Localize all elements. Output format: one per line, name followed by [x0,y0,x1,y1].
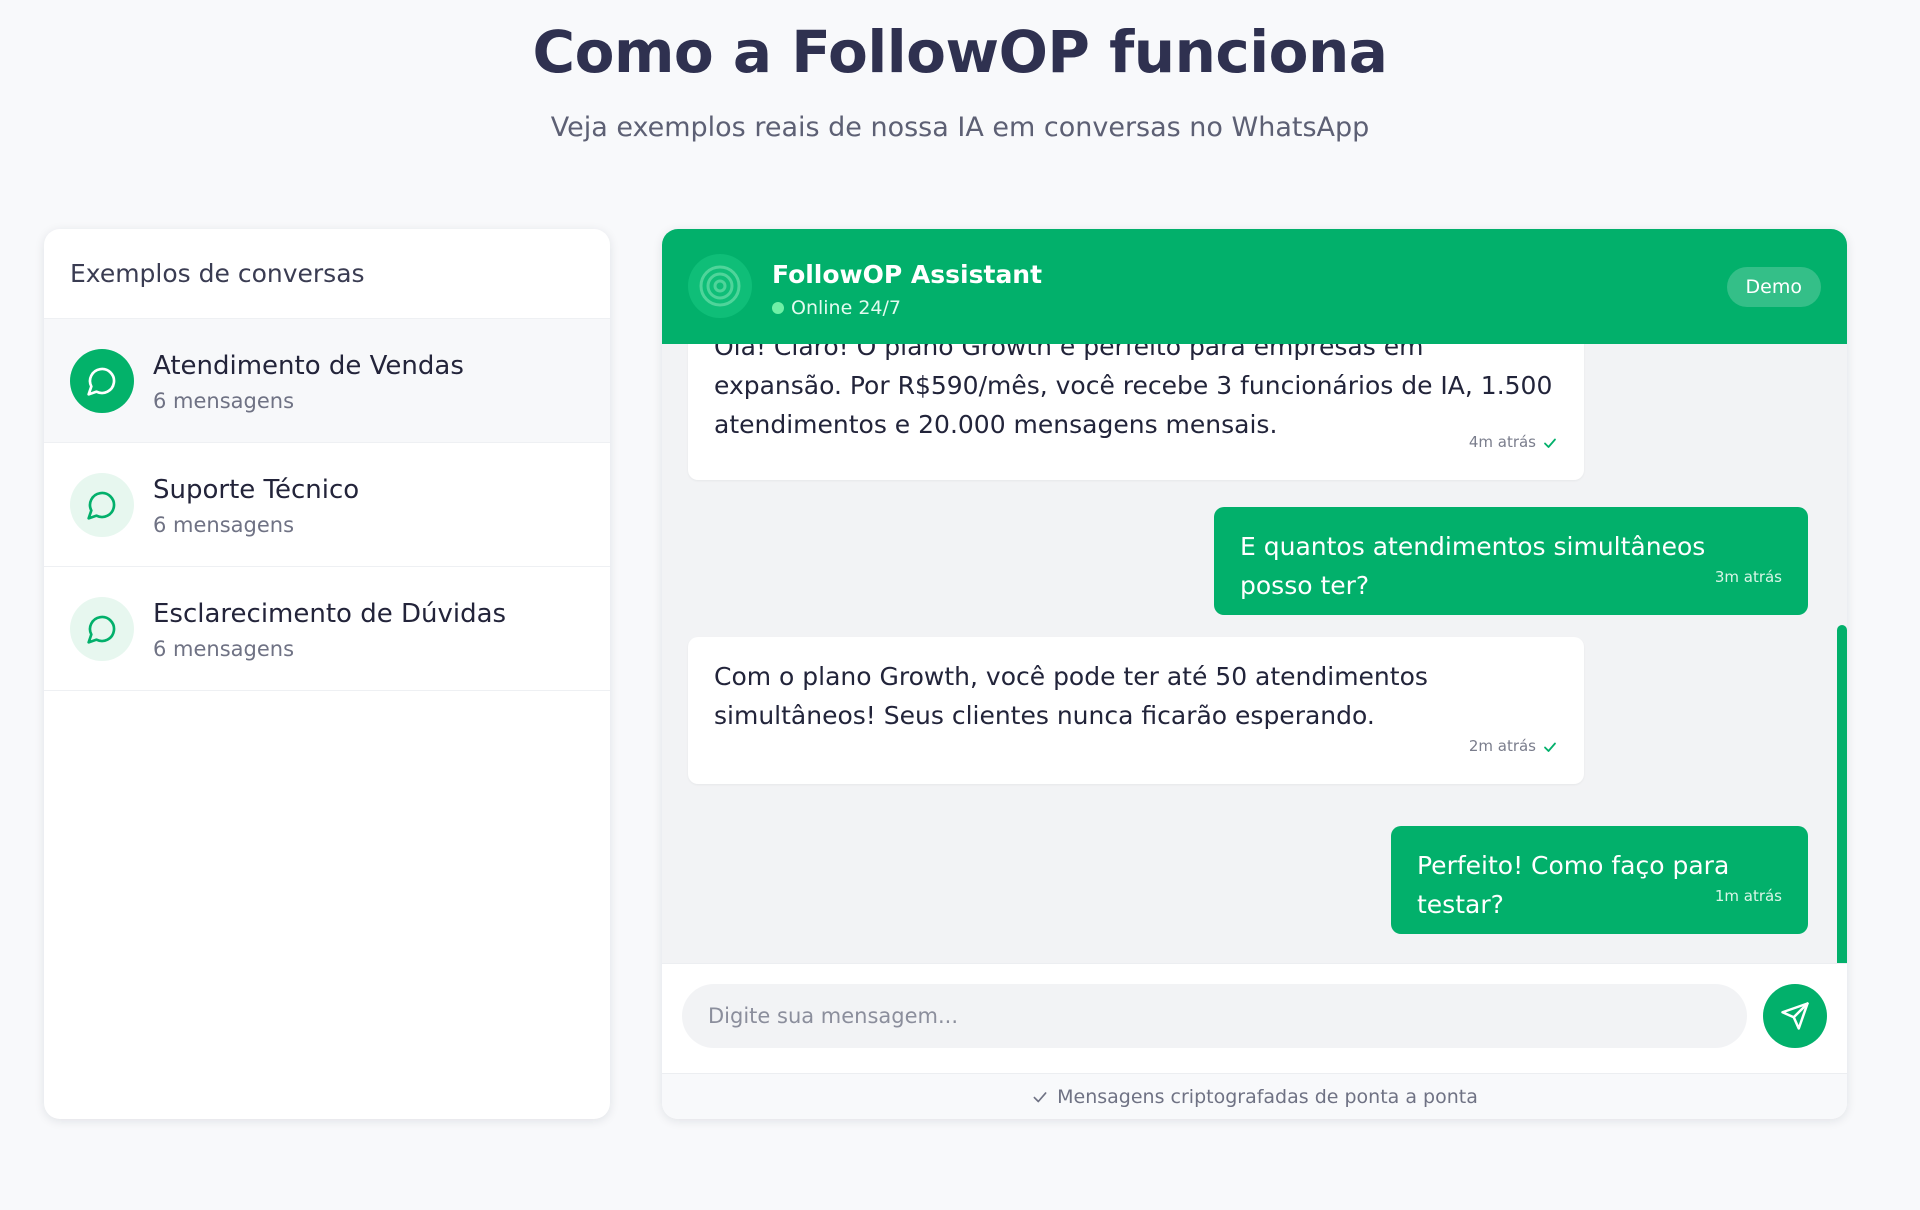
message-meta: 3m atrás [1715,558,1782,597]
sidebar-title: Exemplos de conversas [44,229,610,319]
user-message: Perfeito! Como faço para testar? 1m atrá… [1391,826,1808,934]
bot-message: Olá! Claro! O plano Growth é perfeito pa… [688,344,1584,480]
conversation-name: Suporte Técnico [153,475,360,505]
message-time: 3m atrás [1714,568,1782,586]
online-indicator [772,302,784,314]
chat-window: FollowOP Assistant Online 24/7 Demo Olá!… [662,229,1847,1119]
check-icon [1033,1091,1047,1102]
message-text: Com o plano Growth, você pode ter até 50… [714,662,1428,730]
chat-bubble-icon [70,597,134,661]
send-icon [1781,1002,1809,1030]
messages-area[interactable]: Olá! Claro! O plano Growth é perfeito pa… [662,344,1847,963]
conversation-message-count: 6 mensagens [153,637,295,661]
conversation-name: Atendimento de Vendas [153,351,464,381]
conversation-item-sales[interactable]: Atendimento de Vendas 6 mensagens [44,319,610,443]
message-time: 4m atrás [1468,433,1536,451]
message-meta: 4m atrás [1469,423,1558,462]
target-icon [699,265,741,307]
message-meta: 1m atrás [1715,877,1782,916]
bot-status: Online 24/7 [772,297,901,319]
bot-message: Com o plano Growth, você pode ter até 50… [688,637,1584,784]
read-check-icon [1544,742,1556,752]
page-subtitle: Veja exemplos reais de nossa IA em conve… [550,112,1370,143]
chat-bubble-icon [70,349,134,413]
message-text: Olá! Claro! O plano Growth é perfeito pa… [714,344,1553,439]
bot-name: FollowOP Assistant [772,260,1043,289]
encryption-text: Mensagens criptografadas de ponta a pont… [1057,1085,1478,1108]
chat-bubble-icon [70,473,134,537]
message-time: 1m atrás [1714,887,1782,905]
message-text: E quantos atendimentos simultâneos posso… [1240,532,1706,600]
chat-header: FollowOP Assistant Online 24/7 Demo [662,229,1847,344]
status-text: Online 24/7 [791,297,901,319]
conversation-name: Esclarecimento de Dúvidas [153,599,507,629]
conversation-item-support[interactable]: Suporte Técnico 6 mensagens [44,443,610,567]
message-time: 2m atrás [1468,737,1536,755]
conversation-message-count: 6 mensagens [153,389,295,413]
conversation-examples-panel: Exemplos de conversas Atendimento de Ven… [44,229,610,1119]
message-input[interactable] [682,984,1747,1048]
scrollbar[interactable] [1837,625,1847,963]
message-composer [662,963,1847,1073]
user-message: E quantos atendimentos simultâneos posso… [1214,507,1808,615]
message-meta: 2m atrás [1469,727,1558,766]
bot-avatar [688,254,752,318]
send-button[interactable] [1763,984,1827,1048]
demo-badge: Demo [1726,267,1821,307]
encryption-note: Mensagens criptografadas de ponta a pont… [662,1073,1847,1119]
read-check-icon [1544,438,1556,448]
conversation-item-faq[interactable]: Esclarecimento de Dúvidas 6 mensagens [44,567,610,691]
page-title: Como a FollowOP funciona [532,18,1388,86]
conversation-message-count: 6 mensagens [153,513,295,537]
